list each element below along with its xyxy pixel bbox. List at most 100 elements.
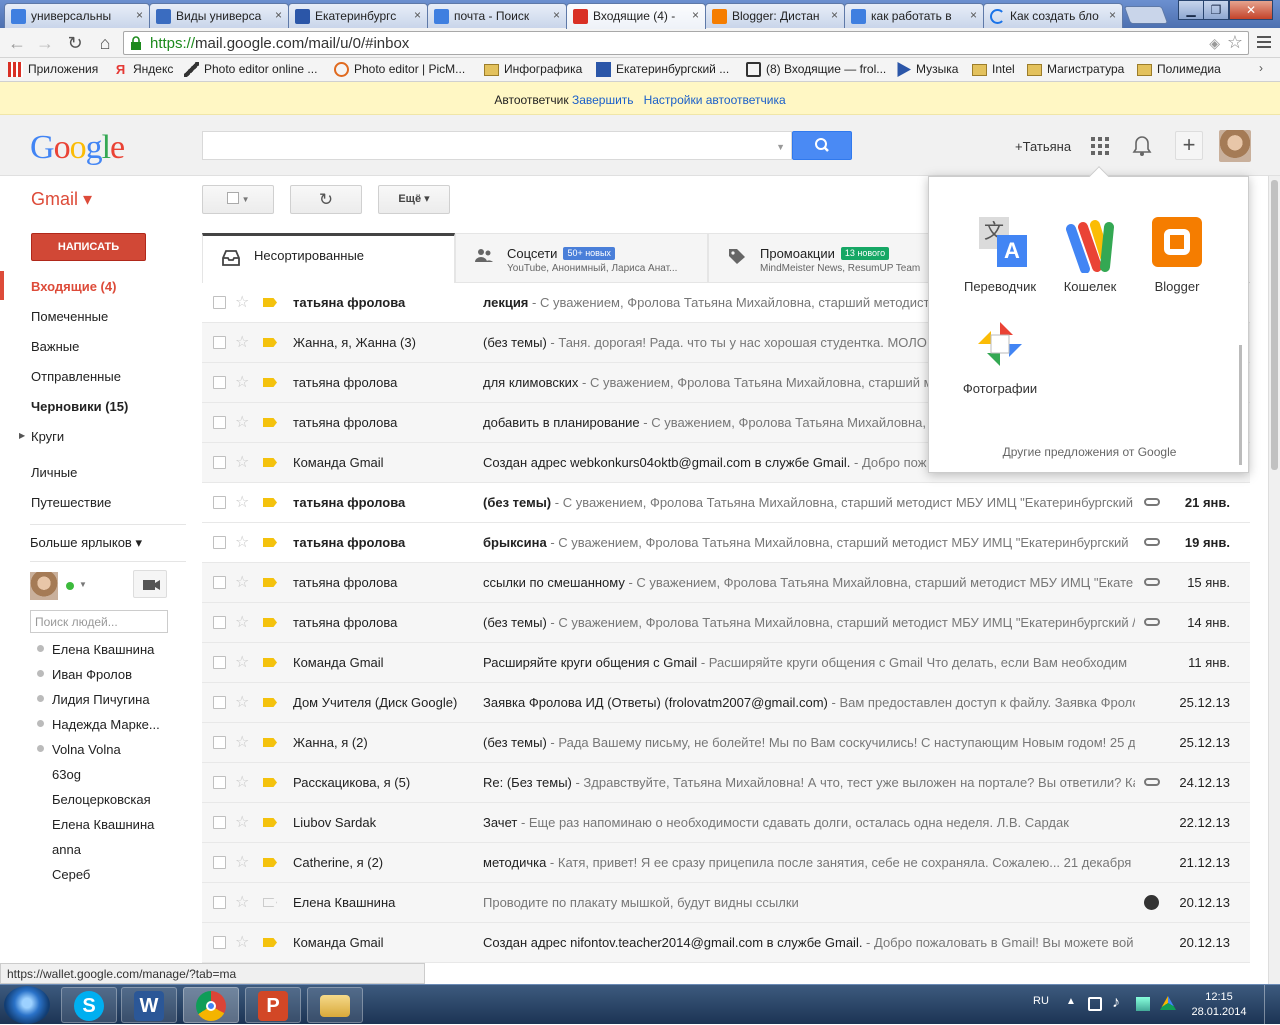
importance-marker-icon[interactable] xyxy=(263,298,277,307)
share-plus-button[interactable]: + xyxy=(1175,131,1203,160)
volume-icon[interactable]: ♪ xyxy=(1112,994,1120,1012)
star-icon[interactable]: ☆ xyxy=(235,732,249,752)
row-checkbox[interactable] xyxy=(213,536,226,549)
importance-marker-icon[interactable] xyxy=(263,738,277,747)
bookmark-photo-editor[interactable]: Photo editor online ... xyxy=(184,62,317,77)
more-actions-button[interactable]: Ещё ▾ xyxy=(378,185,450,214)
email-row[interactable]: ☆ татьяна фролова (без темы) - С уважением… xyxy=(202,603,1250,643)
bookmark-yandex[interactable]: Я Яндекс xyxy=(113,62,174,77)
search-input[interactable]: ▼ xyxy=(202,131,792,160)
email-row[interactable]: ☆ Catherine, я (2) методичка - Катя, приве… xyxy=(202,843,1250,883)
email-row[interactable]: ☆ Команда Gmail Расширяйте круги общения с… xyxy=(202,643,1250,683)
star-icon[interactable]: ☆ xyxy=(235,372,249,392)
bookmark-folder-polymedia[interactable]: Полимедиа xyxy=(1137,62,1221,76)
star-icon[interactable]: ☆ xyxy=(235,292,249,312)
contact-item[interactable]: Volna Volna xyxy=(52,742,121,757)
select-checkbox-button[interactable]: ▼ xyxy=(202,185,274,214)
star-icon[interactable]: ☆ xyxy=(235,772,249,792)
email-row[interactable]: ☆ Расскацикова, я (5) Re: (Без темы) - Здр… xyxy=(202,763,1250,803)
browser-tab[interactable]: Как создать бло × xyxy=(983,3,1123,28)
contact-item[interactable]: Иван Фролов xyxy=(52,667,132,682)
browser-tab[interactable]: Виды универса × xyxy=(149,3,289,28)
importance-marker-icon[interactable] xyxy=(263,858,277,867)
email-row[interactable]: ☆ Liubov Sardak Зачет - Еще раз напоминаю … xyxy=(202,803,1250,843)
app-blogger[interactable]: Blogger xyxy=(1133,217,1221,294)
star-icon[interactable]: ☆ xyxy=(235,932,249,952)
row-checkbox[interactable] xyxy=(213,616,226,629)
chevron-down-icon[interactable]: ▼ xyxy=(79,580,87,589)
reload-icon[interactable]: ↻ xyxy=(64,32,86,54)
star-icon[interactable]: ☆ xyxy=(235,332,249,352)
online-status-icon[interactable] xyxy=(66,582,74,590)
search-button[interactable] xyxy=(792,131,852,160)
tab-promotions[interactable]: Промоакции 13 нового MindMeister News, Re… xyxy=(708,233,961,283)
star-icon[interactable]: ☆ xyxy=(235,532,249,552)
browser-tab[interactable]: как работать в × xyxy=(844,3,984,28)
importance-marker-icon[interactable] xyxy=(263,898,277,907)
bookmark-apps[interactable]: Приложения xyxy=(8,62,98,77)
tab-social[interactable]: Соцсети 50+ новых YouTube, Анонимный, Лар… xyxy=(455,233,708,283)
row-checkbox[interactable] xyxy=(213,936,226,949)
importance-marker-icon[interactable] xyxy=(263,658,277,667)
star-icon[interactable]: ☆ xyxy=(235,652,249,672)
nav-label-travel[interactable]: Путешествие xyxy=(31,495,111,510)
row-checkbox[interactable] xyxy=(213,896,226,909)
chat-self-avatar[interactable] xyxy=(30,572,58,600)
row-checkbox[interactable] xyxy=(213,776,226,789)
expand-arrow-icon[interactable]: ▶ xyxy=(19,431,25,440)
apps-grid-icon[interactable] xyxy=(1091,137,1109,155)
importance-marker-icon[interactable] xyxy=(263,418,277,427)
star-icon[interactable]: ☆ xyxy=(235,452,249,472)
language-indicator[interactable]: RU xyxy=(1033,995,1049,1007)
star-icon[interactable]: ☆ xyxy=(235,852,249,872)
extension-icon[interactable]: ◈ xyxy=(1209,35,1220,52)
start-button[interactable] xyxy=(4,986,50,1024)
google-drive-icon[interactable] xyxy=(1160,996,1176,1010)
page-scrollbar[interactable] xyxy=(1268,176,1280,984)
maximize-button[interactable]: ❐ xyxy=(1203,0,1229,20)
close-tab-icon[interactable]: × xyxy=(692,8,699,22)
importance-marker-icon[interactable] xyxy=(263,538,277,547)
nav-drafts[interactable]: Черновики (15) xyxy=(31,399,128,414)
bookmark-folder-intel[interactable]: Intel xyxy=(972,62,1015,76)
more-bookmarks-icon[interactable]: › xyxy=(1259,61,1263,75)
app-translate[interactable]: 文 A Переводчик xyxy=(956,217,1044,294)
row-checkbox[interactable] xyxy=(213,296,226,309)
refresh-button[interactable]: ↻ xyxy=(290,185,362,214)
bookmark-music[interactable]: Музыка xyxy=(896,62,958,77)
importance-marker-icon[interactable] xyxy=(263,458,277,467)
nav-starred[interactable]: Помеченные xyxy=(31,309,108,324)
vacation-settings-link[interactable]: Настройки автоответчика xyxy=(644,93,786,107)
contact-item[interactable]: anna xyxy=(52,842,81,857)
star-icon[interactable]: ☆ xyxy=(235,492,249,512)
star-icon[interactable]: ☆ xyxy=(235,692,249,712)
browser-tab[interactable]: почта - Поиск × xyxy=(427,3,567,28)
bookmark-inbox[interactable]: (8) Входящие — frol... xyxy=(746,62,886,77)
search-options-icon[interactable]: ▼ xyxy=(776,142,785,152)
app-photos[interactable]: Фотографии xyxy=(956,319,1044,396)
row-checkbox[interactable] xyxy=(213,856,226,869)
row-checkbox[interactable] xyxy=(213,336,226,349)
google-logo[interactable]: Google xyxy=(30,129,125,167)
bookmark-folder-infographics[interactable]: Инфографика xyxy=(484,62,582,76)
scrollbar-thumb[interactable] xyxy=(1271,180,1278,470)
user-name-link[interactable]: +Татьяна xyxy=(1015,139,1071,154)
importance-marker-icon[interactable] xyxy=(263,618,277,627)
bookmark-picmonkey[interactable]: Photo editor | PicM... xyxy=(334,62,465,77)
close-tab-icon[interactable]: × xyxy=(970,8,977,22)
importance-marker-icon[interactable] xyxy=(263,778,277,787)
nav-more-labels[interactable]: Больше ярлыков ▾ xyxy=(30,535,142,551)
browser-tab[interactable]: Екатеринбургс × xyxy=(288,3,428,28)
close-window-button[interactable]: ✕ xyxy=(1229,0,1273,20)
forward-icon[interactable]: → xyxy=(34,32,56,54)
video-call-button[interactable] xyxy=(133,570,167,598)
bookmark-ekaterinburg[interactable]: Екатеринбургский ... xyxy=(596,62,729,77)
close-tab-icon[interactable]: × xyxy=(1109,8,1116,22)
tray-expand-icon[interactable]: ▲ xyxy=(1066,996,1076,1007)
tab-primary[interactable]: Несортированные xyxy=(202,233,455,283)
browser-tab[interactable]: Blogger: Дистан × xyxy=(705,3,845,28)
app-wallet[interactable]: Кошелек xyxy=(1046,217,1134,294)
nav-sent[interactable]: Отправленные xyxy=(31,369,121,384)
row-checkbox[interactable] xyxy=(213,656,226,669)
contact-item[interactable]: Сереб xyxy=(52,867,90,882)
